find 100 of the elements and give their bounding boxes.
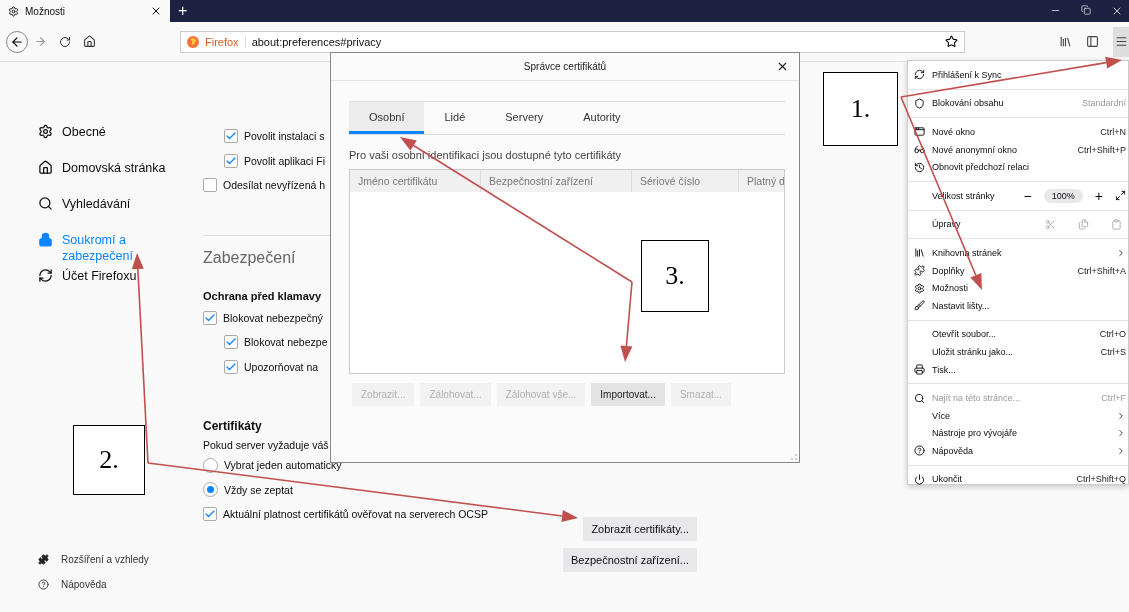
menu-button[interactable] xyxy=(1113,26,1129,57)
sidebar-item[interactable]: Domovská stránka xyxy=(62,160,166,176)
sidebar-item[interactable]: Obecné xyxy=(62,124,106,140)
column-header[interactable]: Bezpečnostní zařízení xyxy=(480,170,631,192)
dialog-title: Správce certifikátů xyxy=(523,61,607,72)
dialog-tab[interactable]: Autority xyxy=(563,102,641,134)
menu-icon xyxy=(1114,35,1128,48)
search-icon xyxy=(38,196,53,211)
checkbox[interactable] xyxy=(224,129,238,144)
fullscreen-button[interactable] xyxy=(1115,190,1126,202)
sidebar-button[interactable] xyxy=(1086,35,1099,48)
restore-button[interactable] xyxy=(1081,5,1091,15)
status-text: Standardní xyxy=(1081,98,1126,109)
menu-item[interactable]: Doplňky xyxy=(932,265,1078,276)
menu-item[interactable]: Nástroje pro vývojáře xyxy=(932,428,1116,439)
dialog-tab[interactable]: Servery xyxy=(485,102,564,134)
section-heading: Zabezpečení xyxy=(203,248,296,267)
step-label: 3. xyxy=(641,240,709,312)
step-label: 2. xyxy=(73,425,145,495)
close-icon xyxy=(150,5,162,17)
shortcut-text: Ctrl+O xyxy=(1099,329,1126,340)
star-icon[interactable] xyxy=(945,35,958,48)
sidebar-item[interactable]: Vyhledávání xyxy=(62,196,131,212)
puzzle-icon xyxy=(914,265,925,277)
menu-item[interactable]: Více xyxy=(932,410,1116,421)
radio-label: Vždy se zeptat xyxy=(224,483,293,496)
close-button[interactable] xyxy=(776,60,789,73)
checkbox[interactable] xyxy=(224,335,238,350)
menu-item[interactable]: Obnovit předchozí relaci xyxy=(932,162,1126,173)
window-icon xyxy=(914,126,925,138)
back-arrow-icon xyxy=(10,34,24,49)
zoom-in-button[interactable]: + xyxy=(1094,187,1103,204)
puzzle-icon xyxy=(38,554,49,565)
menu-item[interactable]: Nové okno xyxy=(932,127,1101,137)
settings-button[interactable]: Bezpečnostní zařízení... xyxy=(563,547,697,572)
checkbox[interactable] xyxy=(203,310,217,325)
dialog-tab[interactable]: Lidé xyxy=(424,102,486,134)
url-text: about:preferences#privacy xyxy=(251,35,383,48)
sidebar-item[interactable]: Účet Firefoxu xyxy=(62,268,137,284)
reload-button[interactable] xyxy=(59,35,71,48)
menu-item[interactable]: Možnosti xyxy=(932,283,1126,294)
printer-icon xyxy=(914,364,925,375)
search-icon xyxy=(914,392,925,404)
checkbox-label: Povolit instalaci s xyxy=(244,130,325,143)
column-header[interactable]: Jméno certifikátu xyxy=(350,170,480,192)
history-icon xyxy=(914,161,925,173)
sidebar-link[interactable]: Rozšíření a vzhledy xyxy=(61,554,149,565)
description-text: Pokud server vyžaduje váš xyxy=(203,439,329,451)
address-bar[interactable]: Firefox about:preferences#privacy xyxy=(180,30,965,53)
glasses-icon xyxy=(914,144,925,156)
shield-icon xyxy=(914,97,925,109)
menu-item[interactable]: Nápověda xyxy=(932,445,1116,456)
radio-button[interactable] xyxy=(203,482,218,498)
library-button[interactable] xyxy=(1059,35,1072,48)
menu-item[interactable]: Uložit stránku jako... xyxy=(932,346,1101,357)
zoom-out-button[interactable]: − xyxy=(1023,187,1032,204)
settings-button[interactable]: Zobrazit certifikáty... xyxy=(583,516,697,541)
chevron-icon xyxy=(1116,445,1126,456)
checkbox-label: Povolit aplikaci Fi xyxy=(244,154,326,167)
chevron-icon xyxy=(1116,410,1126,421)
shortcut-text: Ctrl+S xyxy=(1100,346,1126,357)
checkbox[interactable] xyxy=(203,178,217,193)
checkbox[interactable] xyxy=(203,507,217,522)
menu-item[interactable]: Přihlášení k Sync xyxy=(932,69,1126,80)
checkbox[interactable] xyxy=(224,153,238,168)
resize-grip-icon[interactable] xyxy=(791,454,797,460)
chevron-icon xyxy=(1116,428,1126,439)
gear-icon xyxy=(914,282,925,294)
checkbox[interactable] xyxy=(224,359,238,374)
subsection-heading: Ochrana před klamavy xyxy=(203,289,321,302)
zoom-reset-button[interactable]: 100% xyxy=(1043,188,1083,203)
browser-tab[interactable]: Možnosti xyxy=(0,0,170,22)
shortcut-text: Ctrl+Shift+Q xyxy=(1076,474,1126,485)
home-button[interactable] xyxy=(83,35,96,48)
forward-button[interactable] xyxy=(34,35,47,48)
shortcut-text: Ctrl+N xyxy=(1100,127,1126,137)
checkbox-label: Odesílat nevyřízená h xyxy=(223,179,326,192)
section-heading: Certifikáty xyxy=(203,419,262,433)
gear-icon xyxy=(8,5,19,17)
house-icon xyxy=(38,160,53,175)
column-header[interactable]: Platný d xyxy=(738,170,784,192)
sync-icon xyxy=(38,268,53,283)
radio-label: Vybrat jeden automaticky xyxy=(224,459,342,472)
sidebar-item[interactable]: Soukromí a zabezpečení xyxy=(62,232,133,264)
dialog-button[interactable]: Importovat... xyxy=(591,383,665,406)
close-button[interactable] xyxy=(1111,5,1123,17)
menu-item[interactable]: Ukončit xyxy=(932,474,1077,485)
logo-icon xyxy=(187,35,199,48)
menu-item[interactable]: Nové anonymní okno xyxy=(932,144,1078,155)
shortcut-text: Ctrl+Shift+P xyxy=(1077,144,1126,155)
menu-item[interactable]: Blokování obsahu xyxy=(932,98,1082,109)
shortcut-text: Ctrl+Shift+A xyxy=(1077,265,1126,276)
dialog-tab[interactable]: Osobní xyxy=(349,102,425,134)
menu-item[interactable]: Otevřít soubor... xyxy=(932,329,1100,340)
new-tab-button[interactable]: + xyxy=(178,2,188,20)
chevron-icon xyxy=(1116,247,1126,258)
sidebar-link[interactable]: Nápověda xyxy=(61,579,107,590)
column-header[interactable]: Sériové číslo xyxy=(631,170,738,192)
menu-item[interactable]: Tisk... xyxy=(932,364,1126,375)
menu-item[interactable]: Nastavit lišty... xyxy=(932,300,1126,311)
